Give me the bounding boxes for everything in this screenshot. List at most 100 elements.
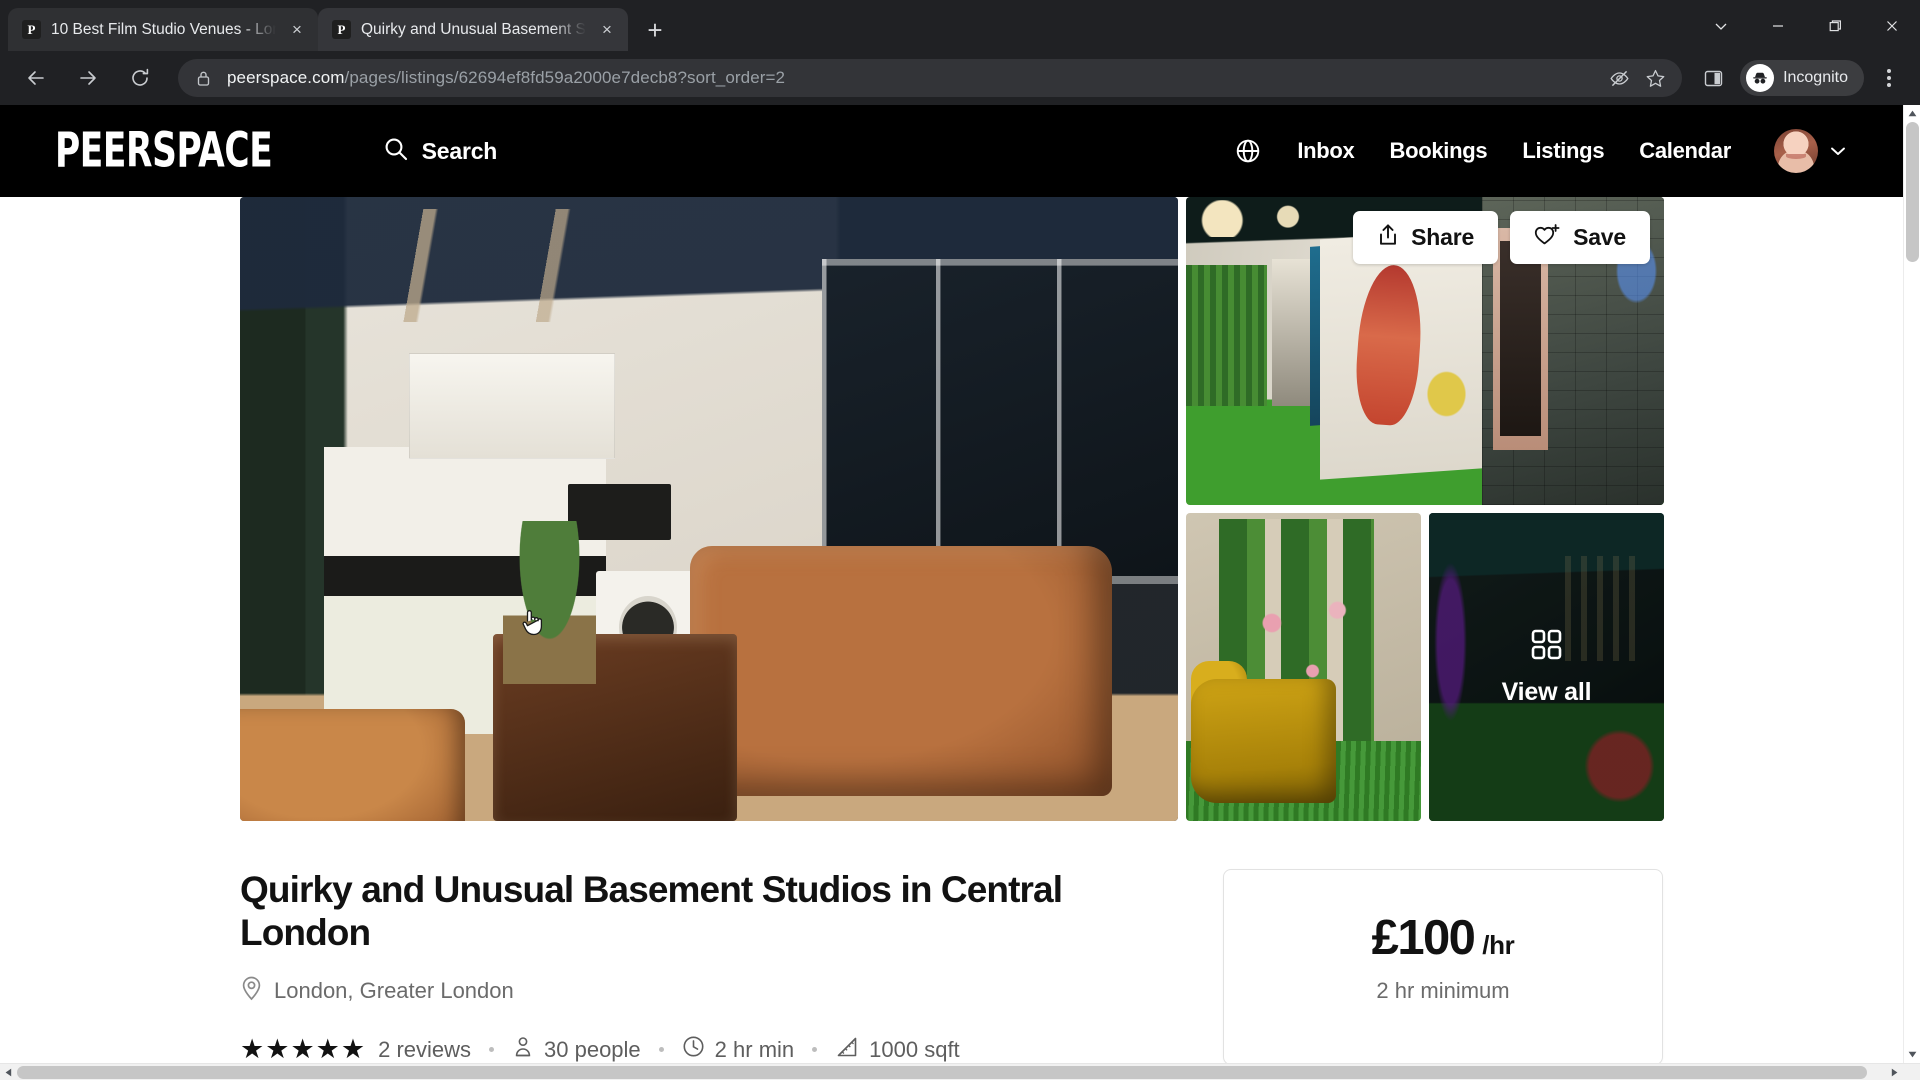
gallery-actions: Share Save xyxy=(1353,211,1650,264)
photo-detail xyxy=(240,708,466,821)
tab-strip: P 10 Best Film Studio Venues - Lon × P Q… xyxy=(0,0,1920,51)
price-card: £100 /hr 2 hr minimum xyxy=(1223,869,1663,1063)
stat-size: 1000 sqft xyxy=(835,1035,960,1063)
listing-content: Share Save View all Quirky and Unusual B… xyxy=(0,197,1903,1063)
tab-close-button[interactable]: × xyxy=(286,19,308,41)
kebab-menu-icon[interactable] xyxy=(1870,59,1908,97)
listing-stats: ★ ★ ★ ★ ★ 2 reviews 30 people 2 hr min 1… xyxy=(240,1035,1178,1063)
share-label: Share xyxy=(1411,224,1475,250)
nav-item-bookings[interactable]: Bookings xyxy=(1389,138,1487,164)
gallery-main-photo[interactable] xyxy=(240,197,1178,821)
ruler-icon xyxy=(835,1035,859,1063)
side-panel-icon[interactable] xyxy=(1694,59,1732,97)
price-amount: £100 xyxy=(1371,911,1476,965)
star-rating: ★ ★ ★ ★ ★ xyxy=(240,1034,365,1063)
eye-slash-icon[interactable] xyxy=(1602,61,1636,95)
site-nav: Inbox Bookings Listings Calendar xyxy=(1234,129,1848,173)
listing-summary: Quirky and Unusual Basement Studios in C… xyxy=(240,869,1663,1063)
maximize-icon[interactable] xyxy=(1806,0,1863,51)
photo-detail xyxy=(690,546,1113,797)
star-filled-icon: ★ xyxy=(265,1034,289,1063)
nav-item-calendar[interactable]: Calendar xyxy=(1639,138,1731,164)
lock-icon xyxy=(196,70,214,87)
map-pin-icon xyxy=(240,975,263,1007)
person-icon xyxy=(512,1035,534,1063)
account-menu[interactable] xyxy=(1774,129,1848,173)
view-all-label: View all xyxy=(1501,677,1592,706)
globe-icon[interactable] xyxy=(1234,137,1262,165)
profile-label: Incognito xyxy=(1783,69,1848,86)
photo-detail xyxy=(1190,679,1337,803)
save-label: Save xyxy=(1573,224,1626,250)
scroll-right-arrow-icon[interactable] xyxy=(1886,1064,1903,1080)
capacity-text: 30 people xyxy=(544,1036,641,1062)
scroll-up-arrow-icon[interactable] xyxy=(1904,105,1920,122)
scrollbar-corner xyxy=(1903,1063,1920,1080)
tab-title: Quirky and Unusual Basement St xyxy=(361,20,586,38)
price-unit: /hr xyxy=(1482,930,1515,960)
price-line: £100 /hr xyxy=(1244,910,1642,966)
url-path: /pages/listings/62694ef8fd59a2000e7decb8… xyxy=(344,68,786,87)
avatar xyxy=(1774,129,1818,173)
photo-detail xyxy=(315,209,897,322)
vertical-scroll-thumb[interactable] xyxy=(1905,122,1919,262)
horizontal-scroll-track[interactable] xyxy=(17,1064,1886,1080)
star-filled-icon: ★ xyxy=(340,1034,365,1063)
toolbar-right-icons: Incognito xyxy=(1694,59,1908,97)
photo-detail xyxy=(1186,264,1268,407)
share-button[interactable]: Share xyxy=(1353,211,1499,264)
window-controls xyxy=(1692,0,1920,51)
browser-window: P 10 Best Film Studio Venues - Lon × P Q… xyxy=(0,0,1920,1080)
tab-title: 10 Best Film Studio Venues - Lon xyxy=(51,20,276,38)
photo-detail xyxy=(821,259,1178,584)
heart-plus-icon xyxy=(1534,223,1561,253)
nav-item-listings[interactable]: Listings xyxy=(1522,138,1604,164)
size-text: 1000 sqft xyxy=(869,1036,960,1062)
horizontal-scrollbar[interactable] xyxy=(0,1063,1920,1080)
stat-reviews[interactable]: 2 reviews xyxy=(378,1037,471,1063)
omnibox-icons xyxy=(1602,61,1672,95)
gallery-photo-top-right[interactable]: Share Save xyxy=(1186,197,1664,505)
browser-tab-2[interactable]: P Quirky and Unusual Basement St × xyxy=(318,8,628,51)
star-icon[interactable] xyxy=(1638,61,1672,95)
photo-living-room xyxy=(240,197,1178,821)
gallery-photo-bottom-right[interactable]: View all xyxy=(1429,513,1664,821)
search-button[interactable]: Search xyxy=(383,136,497,167)
view-all-button[interactable]: View all xyxy=(1429,513,1664,821)
photo-detail xyxy=(1425,369,1469,419)
close-icon[interactable] xyxy=(1863,0,1920,51)
price-minimum: 2 hr minimum xyxy=(1376,978,1510,1003)
grid-icon xyxy=(1530,628,1563,666)
scroll-left-arrow-icon[interactable] xyxy=(0,1064,17,1080)
vertical-scrollbar[interactable] xyxy=(1903,105,1920,1063)
site-header: PEERSPACE Search Inbox Bookings Listings… xyxy=(0,105,1903,197)
incognito-icon xyxy=(1746,64,1775,92)
save-button[interactable]: Save xyxy=(1510,211,1650,264)
gallery-photo-bottom-left[interactable] xyxy=(1186,513,1421,821)
incognito-profile-chip[interactable]: Incognito xyxy=(1740,60,1864,96)
horizontal-scroll-thumb[interactable] xyxy=(17,1065,1868,1079)
tab-favicon: P xyxy=(332,20,351,39)
star-filled-icon: ★ xyxy=(240,1034,264,1063)
tab-close-button[interactable]: × xyxy=(596,19,618,41)
vertical-scroll-track[interactable] xyxy=(1904,122,1920,1046)
photo-detail xyxy=(408,353,616,460)
forward-arrow-icon[interactable] xyxy=(70,60,106,96)
reload-icon[interactable] xyxy=(122,60,158,96)
browser-tab-1[interactable]: P 10 Best Film Studio Venues - Lon × xyxy=(8,8,318,51)
new-tab-button[interactable]: + xyxy=(638,13,672,47)
tab-search-chevron-down-icon[interactable] xyxy=(1692,0,1749,51)
star-filled-icon: ★ xyxy=(315,1034,340,1063)
minimize-icon[interactable] xyxy=(1749,0,1806,51)
page-viewport: PEERSPACE Search Inbox Bookings Listings… xyxy=(0,105,1920,1080)
peerspace-logo[interactable]: PEERSPACE xyxy=(55,126,273,175)
address-bar[interactable]: peerspace.com/pages/listings/62694ef8fd5… xyxy=(178,59,1683,97)
search-icon xyxy=(383,136,409,167)
location-text: London, Greater London xyxy=(274,977,514,1003)
tab-favicon: P xyxy=(22,20,41,39)
back-arrow-icon[interactable] xyxy=(18,60,54,96)
scroll-down-arrow-icon[interactable] xyxy=(1904,1046,1920,1063)
nav-item-inbox[interactable]: Inbox xyxy=(1297,138,1354,164)
address-bar-text: peerspace.com/pages/listings/62694ef8fd5… xyxy=(227,68,1602,88)
listing-location: London, Greater London xyxy=(240,975,1178,1007)
